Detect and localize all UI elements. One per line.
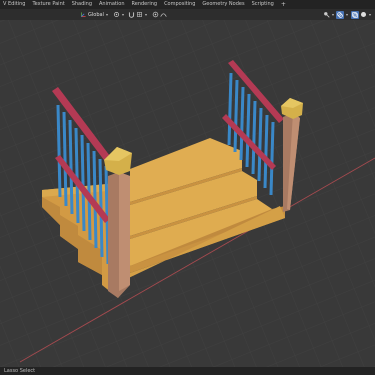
chevron-down-icon: ▾	[122, 12, 125, 17]
chevron-down-icon: ▾	[145, 12, 148, 17]
tab-animation[interactable]: Animation	[96, 0, 129, 9]
tab-scripting[interactable]: Scripting	[249, 0, 278, 9]
pivot-point-button[interactable]: ▾	[113, 10, 124, 19]
workspace-tabs-bar: V Editing Texture Paint Shading Animatio…	[0, 0, 375, 9]
chevron-down-icon: ▾	[105, 12, 108, 17]
proportional-edit-icon	[152, 11, 159, 18]
status-bar: Lasso Select	[0, 367, 375, 375]
axes-icon	[80, 12, 86, 18]
show-gizmo-button[interactable]: ▾	[323, 10, 334, 19]
solid-sphere-icon	[360, 11, 367, 18]
left-newel-post-face	[119, 172, 130, 291]
chevron-down-icon: ▾	[346, 12, 349, 17]
falloff-curve-icon	[160, 13, 167, 17]
proportional-editing-button[interactable]	[152, 10, 159, 19]
overlays-button[interactable]: ▾	[336, 10, 348, 19]
tab-geometry-nodes[interactable]: Geometry Nodes	[199, 0, 248, 9]
magnet-icon	[128, 12, 135, 18]
transform-orientation-dropdown[interactable]: Global ▾	[80, 10, 108, 19]
overlays-icon	[336, 10, 344, 19]
tab-compositing[interactable]: Compositing	[161, 0, 199, 9]
tab-texture-paint[interactable]: Texture Paint	[29, 0, 68, 9]
tab-rendering[interactable]: Rendering	[129, 0, 162, 9]
proportional-falloff-button[interactable]	[160, 10, 167, 19]
grid-snap-icon	[137, 12, 142, 17]
viewport-header: Global ▾ ▾ ▾ ▾ ▾ ▾	[0, 9, 375, 20]
orientation-label: Global	[88, 11, 104, 18]
snap-target-button[interactable]: ▾	[136, 10, 147, 19]
xray-toggle-button[interactable]	[351, 10, 359, 19]
3d-viewport[interactable]	[0, 20, 375, 367]
solid-shading-button[interactable]: ▾	[360, 10, 371, 19]
chevron-down-icon: ▾	[332, 12, 335, 17]
chevron-down-icon: ▾	[369, 12, 372, 17]
snap-toggle-button[interactable]	[128, 10, 135, 19]
add-workspace-button[interactable]: +	[278, 0, 289, 9]
pivot-icon	[114, 12, 119, 17]
xray-icon	[351, 10, 359, 19]
status-left-text: Lasso Select	[4, 368, 36, 374]
tab-shading[interactable]: Shading	[69, 0, 96, 9]
gizmo-icon	[324, 12, 330, 18]
tab-uv-editing[interactable]: V Editing	[0, 0, 29, 9]
